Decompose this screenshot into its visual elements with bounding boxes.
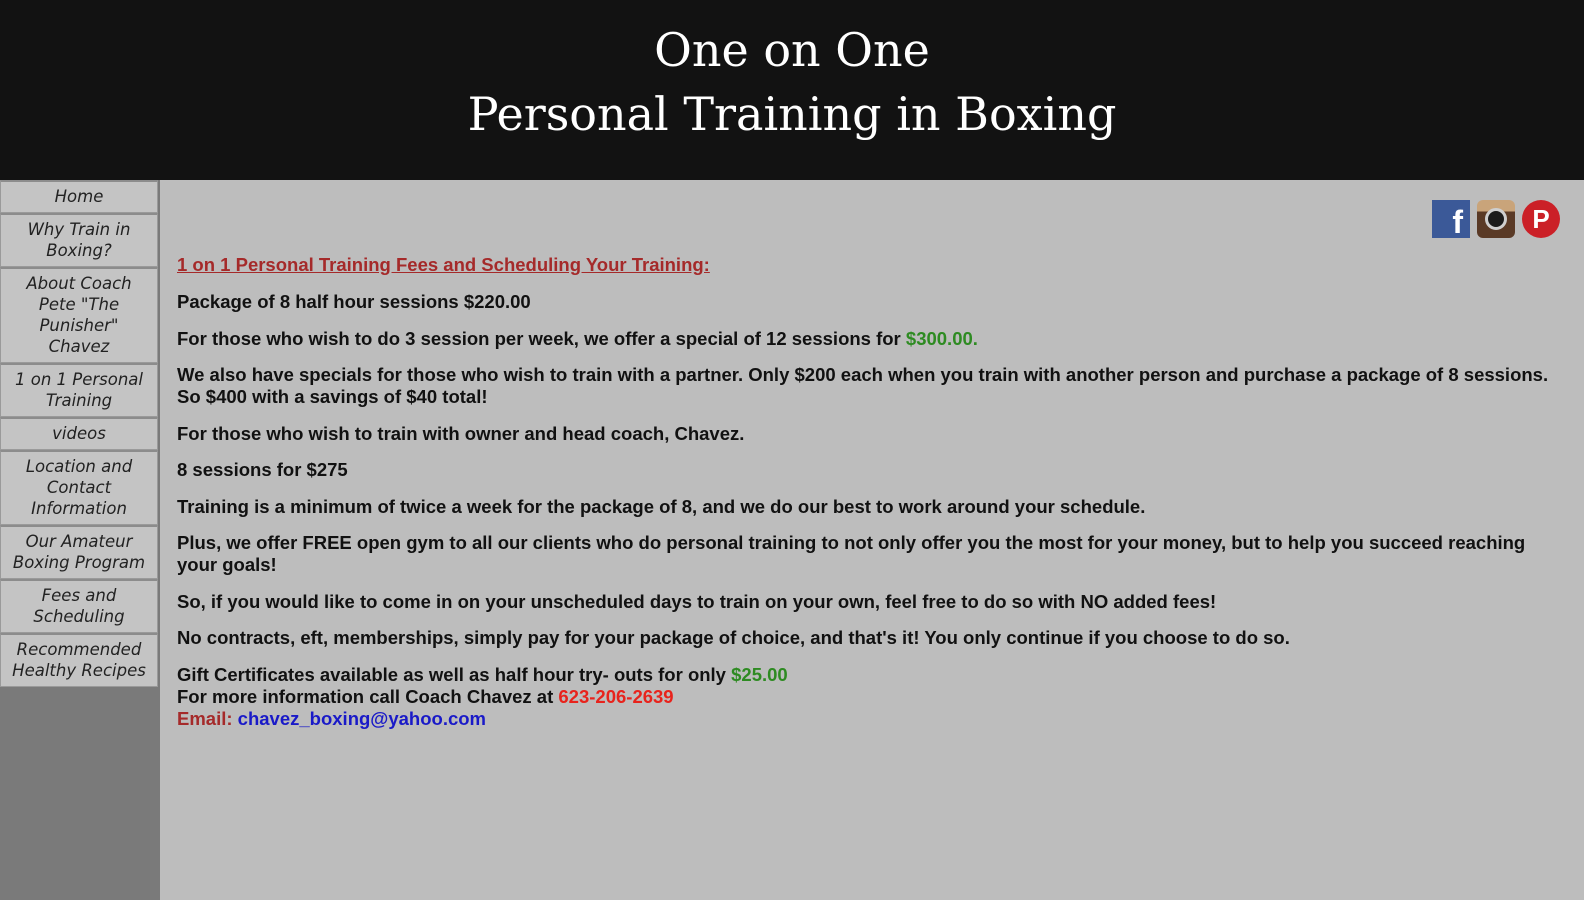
package-12-text: For those who wish to do 3 session per w…: [177, 328, 1557, 350]
call-text: For more information call Coach Chavez a…: [177, 685, 559, 707]
social-links: f P: [1432, 200, 1560, 240]
nav-item-amateur-program[interactable]: Our Amateur Boxing Program: [0, 525, 158, 579]
sidebar-nav: Home Why Train in Boxing? About Coach Pe…: [0, 180, 160, 900]
nav-item-location[interactable]: Location and Contact Information: [0, 450, 158, 525]
header-title-line1: One on One: [654, 23, 930, 77]
nav-item-videos[interactable]: videos: [0, 417, 158, 450]
email-link[interactable]: chavez_boxing@yahoo.com: [238, 708, 486, 729]
nav-item-personal-training[interactable]: 1 on 1 Personal Training: [0, 363, 158, 417]
page-heading: 1 on 1 Personal Training Fees and Schedu…: [177, 254, 710, 275]
nav-item-about-coach[interactable]: About Coach Pete "The Punisher" Chavez: [0, 267, 158, 363]
head-coach-price: 8 sessions for $275: [177, 459, 348, 480]
nav-item-recipes[interactable]: Recommended Healthy Recipes: [0, 633, 158, 687]
package-12-desc: For those who wish to do 3 session per w…: [177, 327, 906, 349]
header-title-line2: Personal Training in Boxing: [467, 87, 1117, 141]
minimum-training-text: Training is a minimum of twice a week fo…: [177, 495, 1146, 517]
main-content: f P 1 on 1 Personal Training Fees and Sc…: [160, 180, 1584, 900]
gift-price: $25.00: [731, 663, 788, 685]
instagram-icon[interactable]: [1477, 200, 1515, 238]
site-header: One on One Personal Training in Boxing: [0, 0, 1584, 180]
facebook-icon[interactable]: f: [1432, 200, 1470, 240]
contact-block: Gift Certificates available as well as h…: [177, 664, 1557, 730]
unscheduled-days-text: So, if you would like to come in on your…: [177, 590, 1217, 612]
nav-item-fees[interactable]: Fees and Scheduling: [0, 579, 158, 633]
email-label: Email:: [177, 707, 238, 729]
package-12-price: $300.00.: [905, 327, 978, 349]
camera-lens-icon: [1485, 208, 1507, 230]
nav-item-home[interactable]: Home: [0, 180, 158, 213]
open-gym-text: Plus, we offer FREE open gym to all our …: [177, 532, 1526, 575]
pinterest-icon[interactable]: P: [1522, 200, 1560, 238]
nav-item-why-train[interactable]: Why Train in Boxing?: [0, 213, 158, 267]
gift-text: Gift Certificates available as well as h…: [177, 663, 732, 685]
head-coach-text: For those who wish to train with owner a…: [177, 422, 745, 444]
package-8-text: Package of 8 half hour sessions $220.00: [177, 291, 531, 312]
partner-special-text: We also have specials for those who wish…: [177, 364, 1549, 407]
phone-number: 623-206-2639: [558, 685, 674, 707]
no-contracts-text: No contracts, eft, memberships, simply p…: [177, 627, 1290, 648]
fees-content: 1 on 1 Personal Training Fees and Schedu…: [177, 254, 1557, 744]
